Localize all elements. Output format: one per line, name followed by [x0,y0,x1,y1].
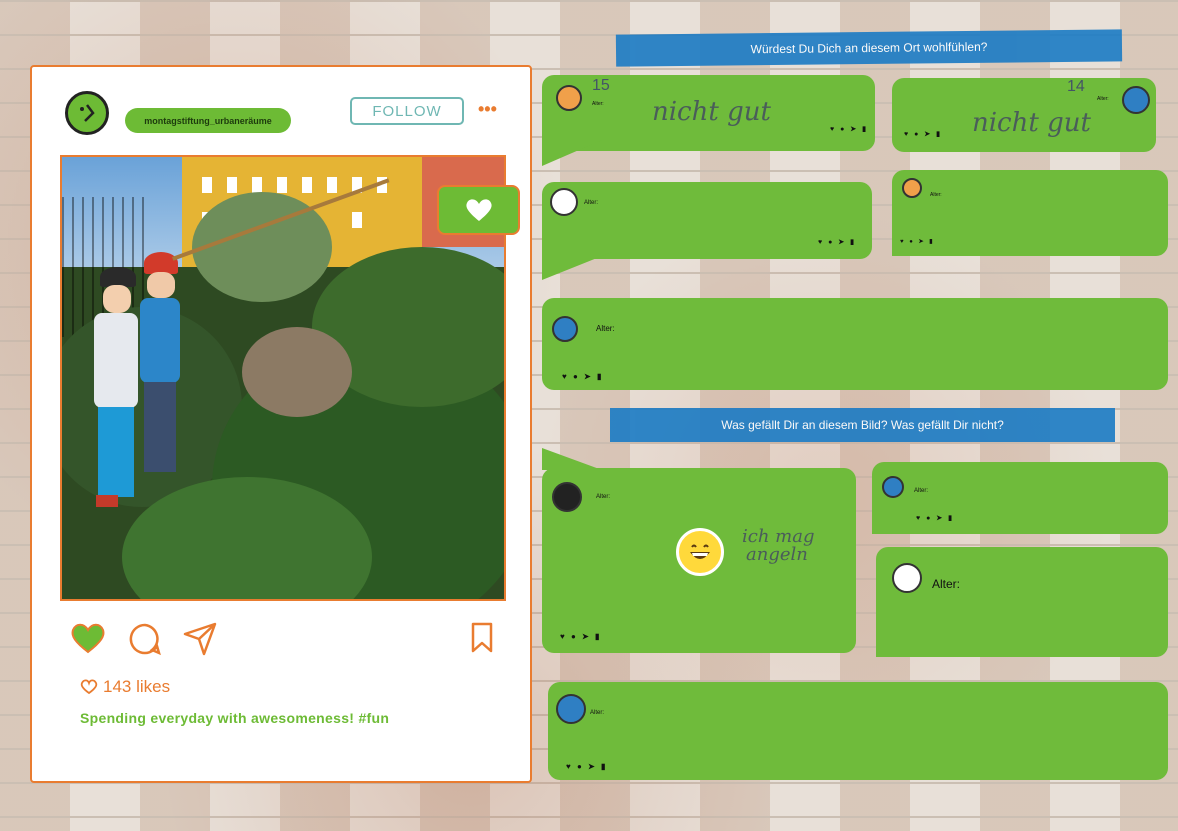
likes-count: 143 likes [80,677,170,697]
question-banner-2: Was gefällt Dir an diesem Bild? Was gefä… [610,408,1115,442]
bubble-tail [542,252,612,280]
comment-actions-icons: ♥ ● ➤ ▮ [900,239,935,245]
profile-avatar[interactable] [65,91,109,135]
alter-label: Alter: [592,101,604,107]
comment-bubble-7: Alter: ♥ ● ➤ ▮ [872,462,1168,534]
question-1-text: Würdest Du Dich an diesem Ort wohlfühlen… [750,39,988,57]
age-1: 15 [592,77,610,94]
alter-label: Alter: [596,324,615,333]
comment-1-text: nicht gut [652,97,771,127]
likes-text: 143 likes [103,677,171,696]
comment-bubble-3: Alter: ♥ ● ➤ ▮ [542,182,872,259]
comment-actions-icons: ♥ ● ➤ ▮ [818,239,856,246]
comment-bubble-9: Alter: ♥ ● ➤ ▮ [548,682,1168,780]
heart-icon[interactable] [70,622,106,654]
blue-avatar [556,694,586,724]
alter-label: Alter: [596,494,611,500]
alter-label: Alter: [932,577,961,591]
alter-label: Alter: [930,192,942,198]
fox-avatar [902,178,922,198]
alter-label: Alter: [1097,96,1109,102]
heart-outline-icon [80,679,98,695]
empty-avatar [892,563,922,593]
post-caption: Spending everyday with awesomeness! #fun [80,710,390,726]
alter-label: Alter: [584,200,599,206]
comment-bubble-4: Alter: ♥ ● ➤ ▮ [892,170,1168,256]
comment-actions-icons: ♥ ● ➤ ▮ [916,515,954,522]
smiley-avatar [552,482,582,512]
person-avatar [552,316,578,342]
comment-2-text: nicht gut [972,108,1091,138]
comment-actions-icons: ♥ ● ➤ ▮ [562,372,604,381]
like-notification [437,185,520,235]
grinning-emoji-icon [676,528,724,576]
alter-label: Alter: [590,710,605,716]
fox-avatar [556,85,582,111]
comment-icon[interactable] [128,622,162,656]
follow-button[interactable]: FOLLOW [350,97,464,125]
alter-label: Alter: [914,488,929,494]
comment-actions-icons: ♥ ● ➤ ▮ [904,131,942,138]
comment-actions-icons: ♥ ● ➤ ▮ [830,126,868,133]
bubble-tail [542,140,602,166]
heart-icon [465,199,492,221]
bubble-tail [542,448,602,470]
more-icon[interactable]: ••• [478,99,497,120]
age-2: 14 [1067,78,1085,95]
post-actions [70,622,500,656]
person-avatar [882,476,904,498]
comment-bubble-5: Alter: ♥ ● ➤ ▮ [542,298,1168,390]
post-card: montagstiftung_urbaneräume FOLLOW ••• 14… [30,65,532,783]
comment-bubble-8: Alter: [876,547,1168,657]
comment-bubble-2: 14 Alter: nicht gut ♥ ● ➤ ▮ [892,78,1156,152]
comment-actions-icons: ♥ ● ➤ ▮ [566,762,608,771]
share-icon[interactable] [182,622,218,656]
question-banner-1: Würdest Du Dich an diesem Ort wohlfühlen… [615,29,1123,67]
bookmark-icon[interactable] [470,622,494,654]
question-2-text: Was gefällt Dir an diesem Bild? Was gefä… [721,418,1004,432]
username[interactable]: montagstiftung_urbaneräume [125,108,291,133]
comment-actions-icons: ♥ ● ➤ ▮ [560,632,602,641]
empty-avatar [550,188,578,216]
person-avatar [1122,86,1150,114]
comment-6-text: ich mag angeln [742,526,815,565]
face-icon [80,104,95,122]
